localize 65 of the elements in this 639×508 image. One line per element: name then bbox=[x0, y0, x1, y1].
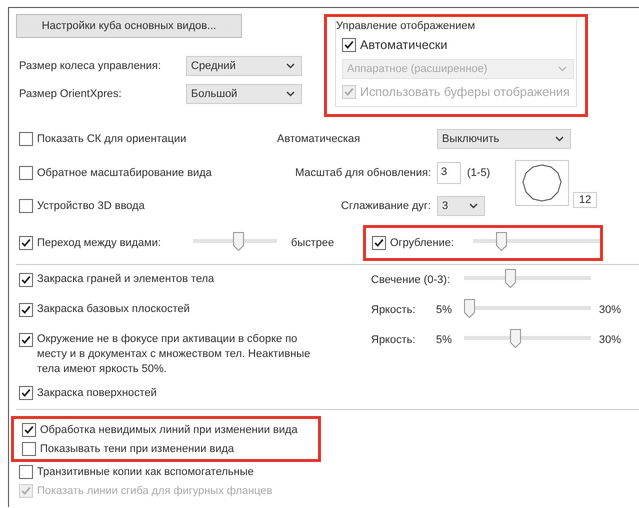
checkbox-label: Переход между видами: bbox=[37, 237, 161, 249]
checkbox-label: Обратное масштабирование вида bbox=[37, 167, 212, 179]
slider-thumb[interactable] bbox=[504, 269, 516, 288]
range-hint: (1-5) bbox=[467, 167, 490, 179]
checkbox[interactable] bbox=[19, 132, 33, 146]
checkbox-label: Окружение не в фокусе при активации в сборке по месту и в документах с множеством тел. Неактивные тела имеют яркость 50%. bbox=[37, 332, 312, 377]
checkbox-label: Закраска поверхностей bbox=[37, 387, 157, 399]
slider[interactable] bbox=[193, 232, 277, 254]
min-value: 5% bbox=[436, 334, 453, 346]
checkbox-label: Закраска базовых плоскостей bbox=[37, 302, 191, 317]
checkbox-label: Транзитивные копии как вспомогательные bbox=[37, 466, 254, 478]
group-title: Управление отображением bbox=[336, 20, 476, 32]
max-value: 30% bbox=[599, 334, 622, 346]
field-label: Размер OrientXpres: bbox=[18, 88, 123, 100]
dropdown[interactable]: 3 bbox=[437, 196, 485, 216]
checkbox[interactable] bbox=[19, 464, 33, 478]
slider-label: Яркость: bbox=[371, 304, 416, 316]
checkbox[interactable] bbox=[19, 386, 33, 400]
preview-value: 12 bbox=[573, 192, 598, 208]
caret-icon bbox=[555, 136, 564, 142]
input-field[interactable]: 3 bbox=[437, 162, 461, 184]
dropdown[interactable]: Выключить bbox=[437, 129, 571, 149]
min-value: 5% bbox=[436, 304, 453, 316]
caret-icon bbox=[286, 91, 295, 97]
checkbox[interactable] bbox=[342, 38, 356, 52]
cube-settings-button[interactable]: Настройки куба основных видов... bbox=[16, 14, 242, 38]
field-label: Сглаживание дуг: bbox=[340, 200, 432, 212]
checkbox-label: Автоматически bbox=[360, 38, 448, 52]
checkbox-label: Показывать тени при изменении вида bbox=[40, 442, 234, 454]
caret-icon bbox=[558, 66, 567, 72]
slider-thumb[interactable] bbox=[464, 299, 475, 318]
checkbox-label: Показать линии сгиба для фигурных фланцев bbox=[37, 484, 272, 496]
checkbox-label: Устройство 3D ввода bbox=[37, 200, 145, 212]
slider[interactable] bbox=[473, 232, 600, 254]
field-label: Автоматическая bbox=[277, 133, 362, 145]
speed-label: быстрее bbox=[291, 237, 336, 249]
checkbox[interactable] bbox=[372, 236, 386, 250]
checkbox[interactable] bbox=[19, 236, 33, 250]
checkbox-label: Показать СК для ориентации bbox=[37, 133, 186, 145]
checkbox-label: Закраска граней и элементов тела bbox=[37, 272, 216, 287]
checkbox[interactable] bbox=[22, 422, 36, 436]
field-label: Масштаб для обновления: bbox=[294, 167, 432, 179]
dropdown[interactable]: Средний bbox=[186, 56, 302, 76]
slider[interactable] bbox=[464, 329, 591, 351]
checkbox[interactable] bbox=[22, 442, 36, 456]
slider[interactable] bbox=[464, 269, 591, 291]
field-label: Размер колеса управления: bbox=[18, 60, 162, 72]
slider-label: Яркость: bbox=[371, 334, 416, 346]
checkbox-label: Обработка невидимых линий при изменении вида bbox=[40, 424, 298, 436]
caret-icon bbox=[469, 203, 478, 209]
checkbox[interactable] bbox=[19, 199, 33, 213]
slider-thumb[interactable] bbox=[510, 329, 522, 348]
max-value: 30% bbox=[599, 304, 622, 316]
checkbox-label: Огрубление: bbox=[390, 237, 454, 249]
checkbox-label: Использовать буферы отображения bbox=[360, 85, 570, 99]
slider-thumb[interactable] bbox=[233, 232, 244, 251]
slider[interactable] bbox=[464, 299, 591, 321]
caret-icon bbox=[286, 63, 295, 69]
slider-label: Свечение (0-3): bbox=[371, 274, 451, 286]
checkbox[interactable] bbox=[19, 333, 33, 347]
slider-thumb[interactable] bbox=[496, 232, 508, 251]
checkbox[interactable] bbox=[19, 273, 33, 287]
checkbox[interactable] bbox=[19, 303, 33, 317]
dropdown[interactable]: Большой bbox=[186, 84, 302, 104]
checkbox[interactable] bbox=[19, 166, 33, 180]
